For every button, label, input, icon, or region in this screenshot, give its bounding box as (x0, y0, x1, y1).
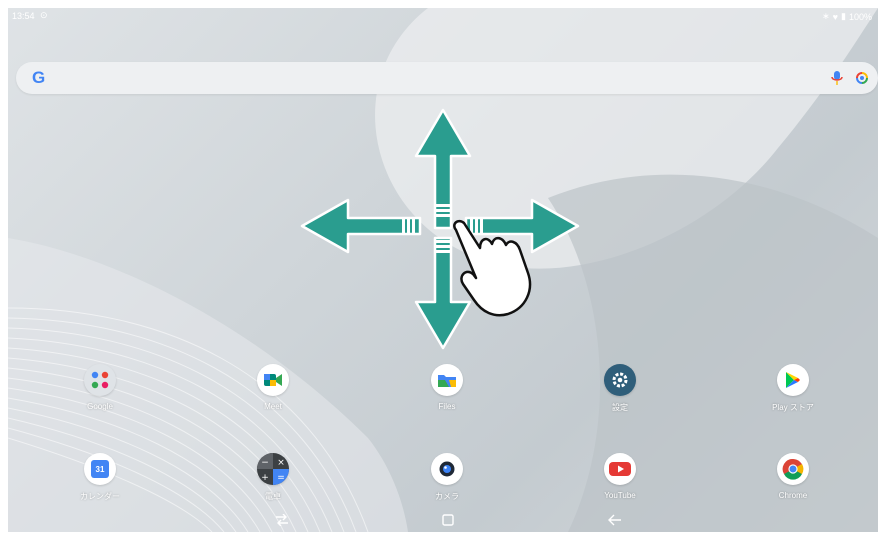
navigation-bar (8, 506, 878, 532)
status-bar: 13:54 ⊙ ∗ ♥ ▮ 100% (8, 8, 878, 26)
svg-text:=: = (277, 473, 285, 483)
files-icon (431, 364, 463, 396)
calendar-day: 31 (95, 464, 105, 474)
app-label: YouTube (604, 491, 636, 500)
app-play-store[interactable]: Play ストア (733, 364, 853, 413)
calculator-icon: − × + = (257, 453, 289, 485)
battery-icon: ▮ (841, 11, 846, 21)
svg-text:−: − (261, 458, 269, 468)
settings-icon (604, 364, 636, 396)
app-camera[interactable]: カメラ (387, 453, 507, 502)
mic-icon[interactable] (830, 70, 844, 86)
app-label: カメラ (435, 492, 459, 501)
svg-text:+: + (261, 473, 269, 483)
bluetooth-icon: ∗ (822, 11, 830, 21)
search-bar[interactable]: G (16, 62, 878, 94)
status-time: 13:54 (12, 11, 35, 21)
lens-icon[interactable] (854, 70, 870, 86)
calendar-icon: 31 (84, 453, 116, 485)
app-calculator[interactable]: − × + = 電卓 (213, 453, 333, 502)
app-settings[interactable]: 設定 (560, 364, 680, 413)
chrome-icon (777, 453, 809, 485)
app-label: カレンダー (80, 492, 120, 501)
recents-icon[interactable] (271, 510, 293, 530)
google-g-icon: G (32, 68, 46, 87)
app-label: 電卓 (265, 492, 281, 501)
app-label: Meet (264, 402, 282, 411)
app-meet[interactable]: Meet (213, 364, 333, 411)
app-label: Chrome (778, 491, 808, 500)
home-icon[interactable] (437, 510, 459, 530)
meet-icon (257, 364, 289, 396)
app-files[interactable]: Files (387, 364, 507, 411)
google-folder-icon (84, 364, 116, 396)
camera-icon (431, 453, 463, 485)
play-store-icon (777, 364, 809, 396)
app-chrome[interactable]: Chrome (733, 453, 853, 500)
back-icon[interactable] (604, 510, 626, 530)
wifi-icon: ♥ (832, 11, 839, 22)
battery-percent: 100% (848, 11, 872, 22)
swipe-gesture-overlay (300, 108, 580, 350)
app-label: Google (87, 402, 113, 411)
app-label: Play ストア (772, 403, 814, 412)
home-screen: 13:54 ⊙ ∗ ♥ ▮ 100% G Google Meet Files 設… (8, 8, 878, 532)
app-calendar[interactable]: 31 カレンダー (40, 453, 160, 502)
svg-text:×: × (277, 458, 285, 468)
app-youtube[interactable]: YouTube (560, 453, 680, 500)
app-google-folder[interactable]: Google (40, 364, 160, 411)
alarm-icon: ⊙ (40, 10, 48, 20)
arrow-down-icon (414, 236, 472, 350)
app-label: Files (438, 402, 456, 411)
status-right-icons: ∗ ♥ ▮ 100% (822, 11, 872, 22)
app-label: 設定 (612, 403, 628, 412)
youtube-icon (604, 453, 636, 485)
